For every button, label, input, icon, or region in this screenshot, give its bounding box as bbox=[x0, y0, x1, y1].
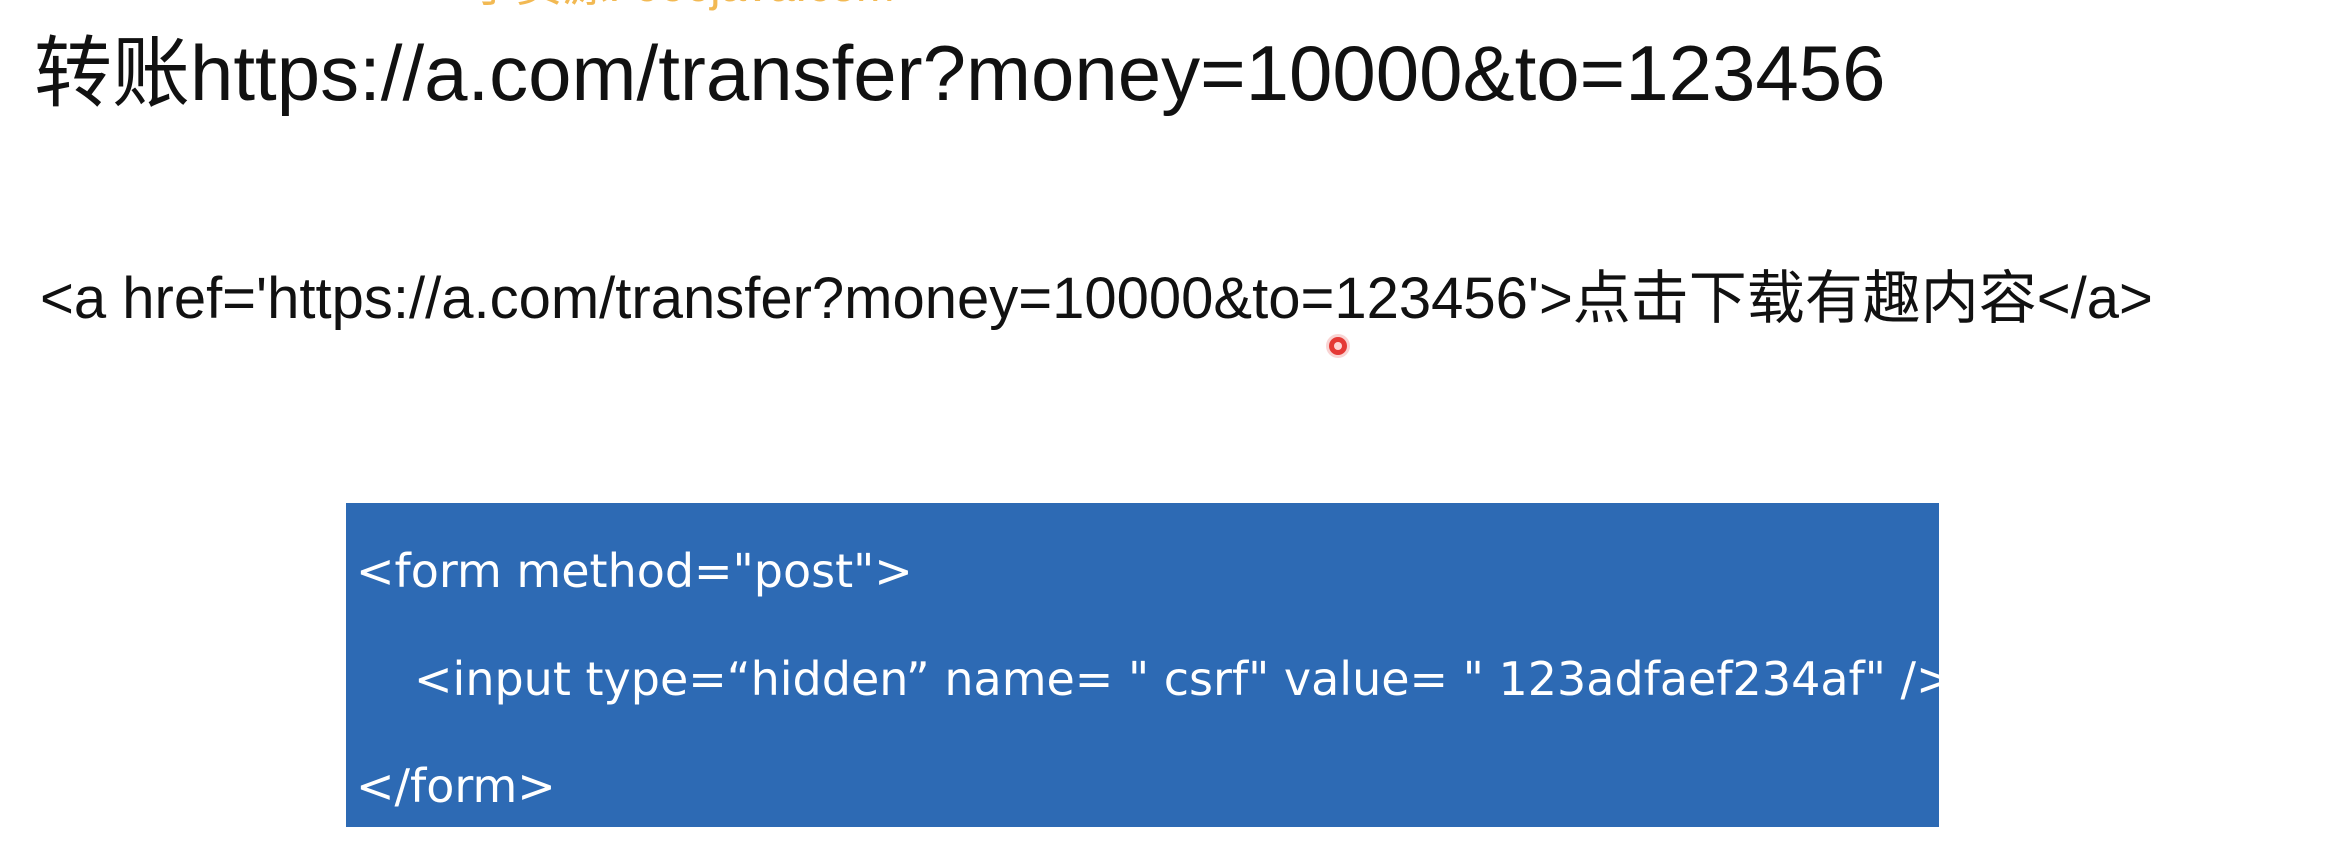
code-line-form-close: </form> bbox=[356, 759, 556, 813]
watermark-text: 子资源: 666java.com bbox=[470, 0, 894, 8]
code-line-hidden-input: <input type=“hidden” name= " csrf" value… bbox=[414, 652, 1955, 706]
transfer-url-text: 转账https://a.com/transfer?money=10000&to=… bbox=[34, 29, 1886, 117]
csrf-form-code-box: <form method="post"> <input type=“hidden… bbox=[346, 503, 1955, 827]
anchor-html-text: <a href='https://a.com/transfer?money=10… bbox=[40, 266, 2153, 331]
code-line-form-open: <form method="post"> bbox=[356, 544, 913, 598]
pointer-dot-icon bbox=[1329, 337, 1347, 355]
